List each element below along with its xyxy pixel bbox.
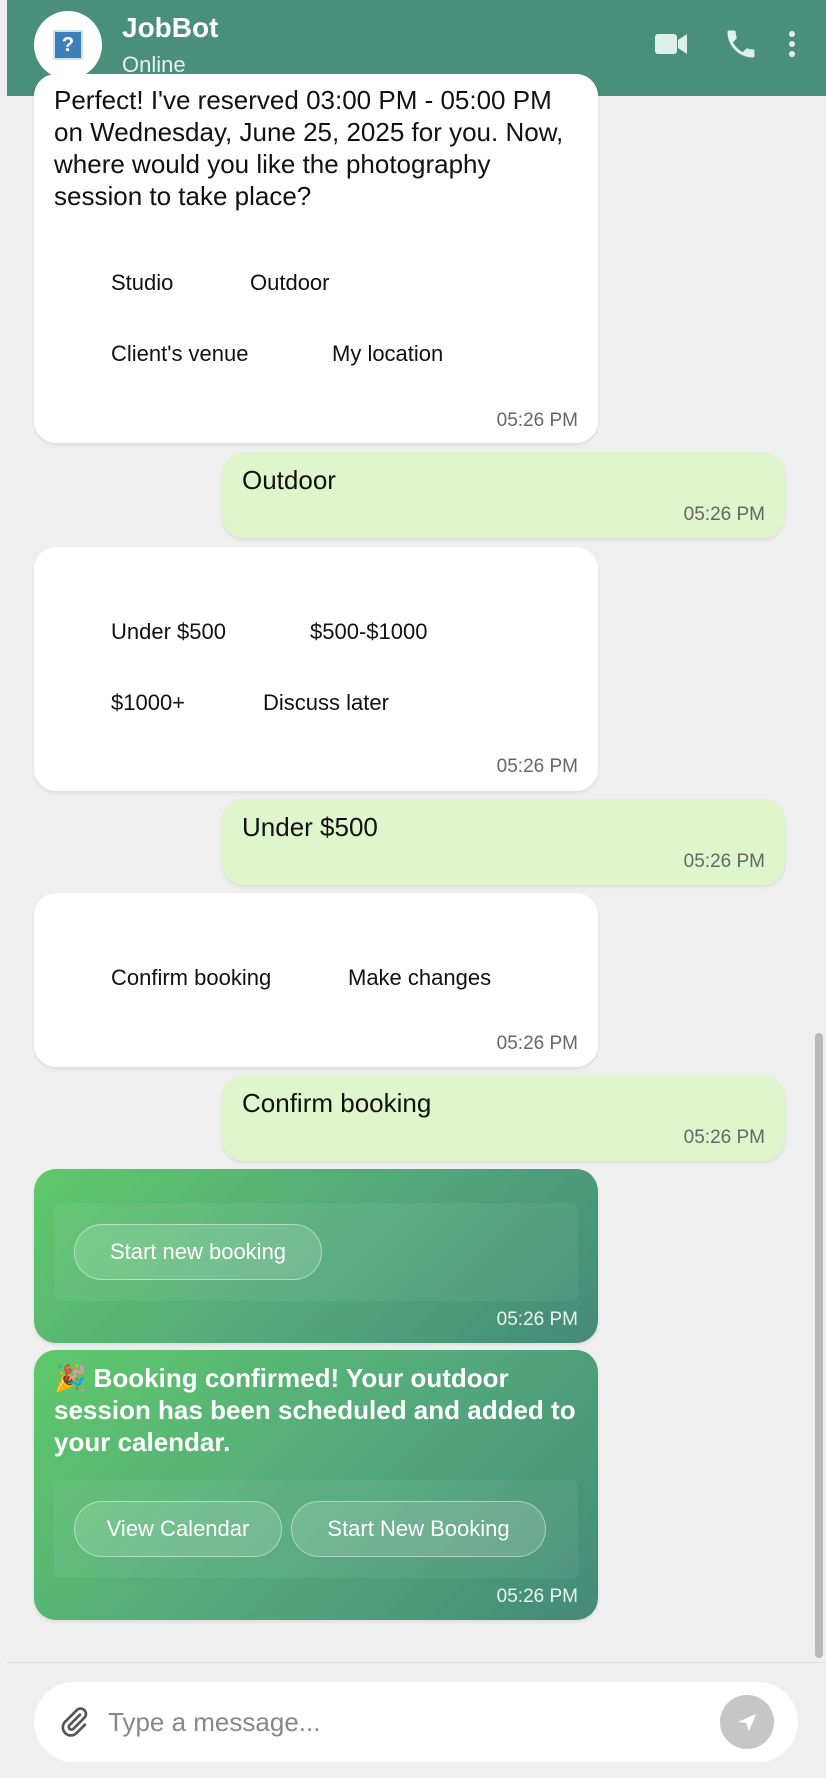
action-buttons: View Calendar Start New Booking xyxy=(54,1480,578,1578)
bot-name: JobBot xyxy=(122,12,219,43)
option-outdoor[interactable]: Outdoor xyxy=(250,270,330,296)
bot-message: Confirm booking Make changes 05:26 PM xyxy=(34,893,598,1067)
message-time: 05:26 PM xyxy=(496,1033,578,1054)
party-popper-icon: 🎉 xyxy=(54,1363,87,1393)
message-text: Under $500 xyxy=(242,812,378,842)
message-time: 05:26 PM xyxy=(496,1309,578,1330)
bot-success-message: Start new booking 05:26 PM xyxy=(34,1169,598,1343)
bot-message: Perfect! I've reserved 03:00 PM - 05:00 … xyxy=(34,74,598,443)
option-my-location[interactable]: My location xyxy=(332,341,443,367)
option-confirm-booking[interactable]: Confirm booking xyxy=(111,965,271,991)
option-clients-venue[interactable]: Client's venue xyxy=(111,341,249,367)
start-new-booking-button[interactable]: Start New Booking xyxy=(291,1501,546,1557)
start-new-booking-button[interactable]: Start new booking xyxy=(74,1224,322,1280)
bot-message: Under $500 $500-$1000 $1000+ Discuss lat… xyxy=(34,547,598,791)
chat-window: ? JobBot Online Perfect! I've reserved 0… xyxy=(7,0,826,1778)
option-1000-plus[interactable]: $1000+ xyxy=(111,690,185,716)
message-text: Outdoor xyxy=(242,465,336,495)
send-button[interactable] xyxy=(720,1695,774,1749)
view-calendar-button[interactable]: View Calendar xyxy=(74,1501,282,1557)
message-input[interactable] xyxy=(108,1700,688,1744)
paperclip-icon[interactable] xyxy=(58,1706,90,1743)
option-make-changes[interactable]: Make changes xyxy=(348,965,491,991)
option-500-1000[interactable]: $500-$1000 xyxy=(310,619,427,645)
bot-avatar[interactable]: ? xyxy=(34,11,102,79)
message-time: 05:26 PM xyxy=(683,851,765,872)
message-time: 05:26 PM xyxy=(683,1127,765,1148)
phone-call-icon[interactable] xyxy=(723,26,759,67)
message-time: 05:26 PM xyxy=(683,504,765,525)
more-options-icon[interactable] xyxy=(785,26,799,67)
message-time: 05:26 PM xyxy=(496,1586,578,1607)
send-icon xyxy=(738,1714,756,1731)
user-message: Under $500 05:26 PM xyxy=(222,799,785,885)
message-text: Confirm booking xyxy=(242,1088,432,1118)
message-text: 🎉 Booking confirmed! Your outdoor sessio… xyxy=(54,1362,578,1458)
option-discuss-later[interactable]: Discuss later xyxy=(263,690,389,716)
bot-success-message: 🎉 Booking confirmed! Your outdoor sessio… xyxy=(34,1350,598,1620)
composer-box xyxy=(34,1682,798,1762)
option-studio[interactable]: Studio xyxy=(111,270,173,296)
scrollbar-thumb[interactable] xyxy=(815,1033,823,1658)
avatar-placeholder-icon: ? xyxy=(53,30,83,60)
message-time: 05:26 PM xyxy=(496,410,578,431)
option-under-500[interactable]: Under $500 xyxy=(111,619,226,645)
user-message: Confirm booking 05:26 PM xyxy=(222,1075,785,1161)
message-time: 05:26 PM xyxy=(496,756,578,777)
video-call-icon[interactable] xyxy=(653,26,689,67)
confirmation-text: Booking confirmed! Your outdoor session … xyxy=(54,1363,576,1457)
user-message: Outdoor 05:26 PM xyxy=(222,452,785,538)
message-text: Perfect! I've reserved 03:00 PM - 05:00 … xyxy=(54,85,564,211)
message-composer xyxy=(7,1662,826,1778)
action-buttons: Start new booking xyxy=(54,1203,578,1301)
